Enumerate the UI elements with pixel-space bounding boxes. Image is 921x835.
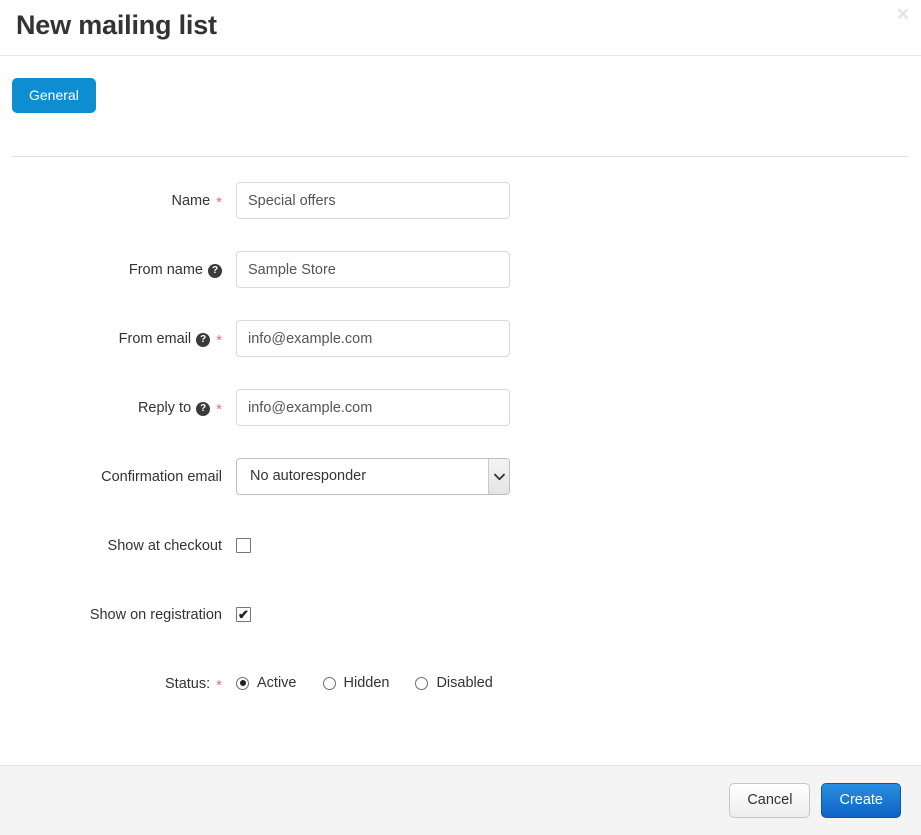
control-show-at-checkout: ✔	[222, 527, 251, 556]
form-row-show-on-registration: Show on registration ✔	[0, 596, 921, 665]
label-show-on-registration: Show on registration	[0, 596, 222, 624]
dialog-footer: Cancel Create	[0, 765, 921, 835]
status-option-disabled-label: Disabled	[436, 675, 493, 691]
confirmation-email-select[interactable]: No autoresponder	[236, 458, 510, 495]
label-reply-to: Reply to ? *	[0, 389, 222, 417]
from-email-input[interactable]	[236, 320, 510, 357]
control-from-email	[222, 320, 510, 357]
form-row-show-at-checkout: Show at checkout ✔	[0, 527, 921, 596]
required-asterisk: *	[216, 677, 222, 694]
label-show-at-checkout: Show at checkout	[0, 527, 222, 555]
radio-disabled[interactable]	[415, 676, 429, 690]
tab-strip: General	[0, 56, 921, 157]
status-option-hidden-label: Hidden	[343, 675, 390, 691]
control-status: Active Hidden Disabled	[222, 665, 519, 691]
form-row-name: Name *	[0, 182, 921, 251]
name-input[interactable]	[236, 182, 510, 219]
label-from-email-text: From email	[118, 331, 192, 347]
status-option-active[interactable]: Active	[236, 675, 297, 691]
confirmation-email-select-value[interactable]: No autoresponder	[236, 458, 510, 495]
label-confirmation-email-text: Confirmation email	[101, 469, 222, 485]
tab-divider	[12, 156, 908, 157]
label-from-email: From email ? *	[0, 320, 222, 348]
dialog-header: New mailing list ✕	[0, 0, 921, 56]
tab-list: General	[0, 78, 921, 113]
label-name-text: Name	[171, 193, 211, 209]
form-row-status: Status: * Active Hidden Disabled	[0, 665, 921, 734]
status-option-active-label: Active	[257, 675, 297, 691]
help-icon[interactable]: ?	[196, 333, 211, 347]
control-confirmation-email: No autoresponder	[222, 458, 510, 495]
form-row-reply-to: Reply to ? *	[0, 389, 921, 458]
label-from-name: From name ?	[0, 251, 222, 279]
control-from-name	[222, 251, 510, 288]
label-from-name-text: From name	[128, 262, 203, 278]
status-option-disabled[interactable]: Disabled	[415, 675, 493, 691]
help-icon[interactable]: ?	[208, 264, 222, 278]
label-reply-to-text: Reply to	[137, 400, 192, 416]
radio-hidden[interactable]	[322, 676, 336, 690]
control-name	[222, 182, 510, 219]
label-status-text: Status:	[165, 676, 211, 692]
label-show-at-checkout-text: Show at checkout	[107, 538, 222, 554]
label-status: Status: *	[0, 665, 222, 693]
control-reply-to	[222, 389, 510, 426]
chevron-down-icon[interactable]	[488, 459, 509, 494]
control-show-on-registration: ✔	[222, 596, 251, 622]
create-button[interactable]: Create	[821, 783, 901, 818]
radio-active[interactable]	[236, 676, 249, 690]
check-glyph: ✔	[238, 607, 249, 622]
form-row-confirmation-email: Confirmation email No autoresponder	[0, 458, 921, 527]
show-on-registration-checkbox[interactable]: ✔	[236, 607, 251, 622]
page-title: New mailing list	[16, 10, 217, 40]
help-icon[interactable]: ?	[196, 402, 211, 416]
show-at-checkout-checkbox[interactable]: ✔	[236, 538, 251, 553]
required-asterisk: *	[216, 332, 222, 349]
label-show-on-registration-text: Show on registration	[89, 607, 222, 623]
form-body: Name * From name ? From email ? * Reply …	[0, 157, 921, 764]
required-asterisk: *	[216, 194, 222, 211]
label-confirmation-email: Confirmation email	[0, 458, 222, 486]
status-option-hidden[interactable]: Hidden	[322, 675, 390, 691]
required-asterisk: *	[216, 401, 222, 418]
status-radio-group: Active Hidden Disabled	[236, 665, 519, 691]
reply-to-input[interactable]	[236, 389, 510, 426]
close-icon[interactable]: ✕	[892, 4, 914, 26]
tab-general[interactable]: General	[12, 78, 96, 113]
label-name: Name *	[0, 182, 222, 210]
form-row-from-email: From email ? *	[0, 320, 921, 389]
cancel-button[interactable]: Cancel	[729, 783, 811, 818]
from-name-input[interactable]	[236, 251, 510, 288]
form-row-from-name: From name ?	[0, 251, 921, 320]
radio-dot	[239, 680, 246, 686]
